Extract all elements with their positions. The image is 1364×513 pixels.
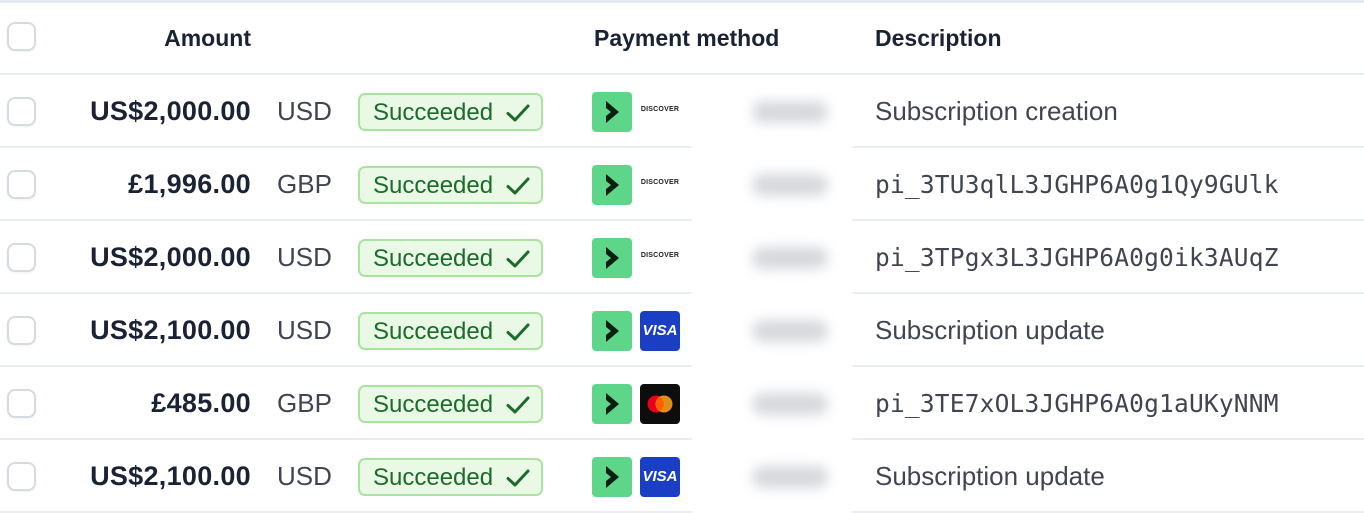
- redaction-blur: [752, 393, 828, 415]
- status-label: Succeeded: [373, 245, 494, 272]
- currency-code: USD: [277, 242, 332, 272]
- redaction-blur: [752, 320, 828, 342]
- visa-card-icon: VISA: [640, 457, 680, 497]
- amount-value: £485.00: [151, 388, 251, 418]
- table-row[interactable]: US$2,000.00 USD Succeeded DISCOVER pi_3TPgx3…: [0, 221, 1364, 294]
- table-row[interactable]: US$2,100.00 USD Succeeded VISA Subscription …: [0, 294, 1364, 367]
- table-row[interactable]: US$2,000.00 USD Succeeded DISCOVER Subscript…: [0, 75, 1364, 148]
- table-row[interactable]: £485.00 GBP Succeeded pi_3TE7xOL3JGHP6A0g1a…: [0, 367, 1364, 440]
- amount-value: US$2,000.00: [90, 242, 251, 272]
- status-badge: Succeeded: [358, 166, 543, 204]
- redaction-blur: [752, 466, 828, 488]
- checkmark-icon: [506, 469, 530, 487]
- status-label: Succeeded: [373, 99, 494, 126]
- description-text: Subscription update: [875, 461, 1105, 491]
- redaction-blur: [752, 101, 828, 123]
- amount-value: US$2,000.00: [90, 96, 251, 126]
- column-header-description[interactable]: Description: [875, 3, 1002, 73]
- card-details-redacted: [692, 440, 852, 513]
- status-label: Succeeded: [373, 172, 494, 199]
- column-header-payment-method[interactable]: Payment method: [594, 3, 779, 73]
- payment-provider-icon: [592, 165, 632, 205]
- payment-provider-icon: [592, 238, 632, 278]
- card-details-redacted: [692, 75, 852, 148]
- status-label: Succeeded: [373, 391, 494, 418]
- discover-card-icon: DISCOVER: [640, 92, 680, 132]
- status-badge: Succeeded: [358, 458, 543, 496]
- checkmark-icon: [506, 396, 530, 414]
- description-text: pi_3TE7xOL3JGHP6A0g1aUKyNNM: [875, 389, 1279, 418]
- checkmark-icon: [506, 104, 530, 122]
- row-checkbox[interactable]: [7, 316, 36, 345]
- chevron-right-icon: [606, 393, 619, 415]
- table-row[interactable]: US$2,100.00 USD Succeeded VISA Subscription …: [0, 440, 1364, 513]
- currency-code: GBP: [277, 388, 332, 418]
- amount-value: £1,996.00: [128, 169, 251, 199]
- discover-card-icon: DISCOVER: [640, 238, 680, 278]
- card-details-redacted: [692, 294, 852, 367]
- select-all-checkbox[interactable]: [7, 22, 36, 51]
- status-badge: Succeeded: [358, 385, 543, 423]
- redaction-blur: [752, 247, 828, 269]
- payment-provider-icon: [592, 384, 632, 424]
- status-badge: Succeeded: [358, 239, 543, 277]
- currency-code: GBP: [277, 169, 332, 199]
- payment-provider-icon: [592, 92, 632, 132]
- row-checkbox[interactable]: [7, 97, 36, 126]
- status-label: Succeeded: [373, 318, 494, 345]
- currency-code: USD: [277, 96, 332, 126]
- row-checkbox[interactable]: [7, 170, 36, 199]
- card-details-redacted: [692, 148, 852, 221]
- card-details-redacted: [692, 367, 852, 440]
- row-checkbox[interactable]: [7, 389, 36, 418]
- column-header-amount[interactable]: Amount: [164, 3, 251, 73]
- redaction-blur: [752, 174, 828, 196]
- checkmark-icon: [506, 323, 530, 341]
- discover-card-icon: DISCOVER: [640, 165, 680, 205]
- chevron-right-icon: [606, 247, 619, 269]
- row-checkbox[interactable]: [7, 462, 36, 491]
- chevron-right-icon: [606, 466, 619, 488]
- amount-value: US$2,100.00: [90, 461, 251, 491]
- checkmark-icon: [506, 250, 530, 268]
- payment-provider-icon: [592, 311, 632, 351]
- status-label: Succeeded: [373, 464, 494, 491]
- currency-code: USD: [277, 315, 332, 345]
- table-header: Amount Payment method Description: [0, 3, 1364, 75]
- visa-card-icon: VISA: [640, 311, 680, 351]
- status-badge: Succeeded: [358, 312, 543, 350]
- description-text: pi_3TU3qlL3JGHP6A0g1Qy9GUlk: [875, 170, 1279, 199]
- card-details-redacted: [692, 221, 852, 294]
- amount-value: US$2,100.00: [90, 315, 251, 345]
- payment-provider-icon: [592, 457, 632, 497]
- chevron-right-icon: [606, 101, 619, 123]
- mastercard-card-icon: [640, 384, 680, 424]
- currency-code: USD: [277, 461, 332, 491]
- table-row[interactable]: £1,996.00 GBP Succeeded DISCOVER pi_3TU3qlL3…: [0, 148, 1364, 221]
- description-text: pi_3TPgx3L3JGHP6A0g0ik3AUqZ: [875, 243, 1279, 272]
- chevron-right-icon: [606, 174, 619, 196]
- description-text: Subscription creation: [875, 96, 1118, 126]
- description-text: Subscription update: [875, 315, 1105, 345]
- checkmark-icon: [506, 177, 530, 195]
- status-badge: Succeeded: [358, 93, 543, 131]
- row-checkbox[interactable]: [7, 243, 36, 272]
- chevron-right-icon: [606, 320, 619, 342]
